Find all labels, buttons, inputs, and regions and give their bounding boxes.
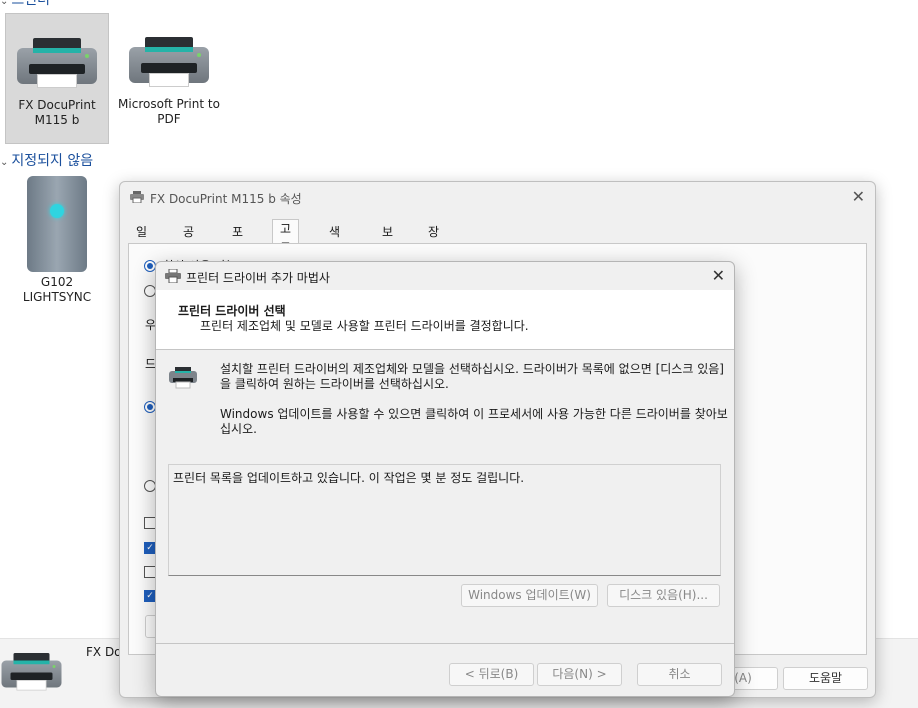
add-printer-driver-wizard: 프린터 드라이버 추가 마법사 ✕ 프린터 드라이버 선택 프린터 제조업체 및… bbox=[155, 261, 735, 697]
device-fx-docuprint[interactable]: FX DocuPrint M115 b bbox=[5, 13, 109, 144]
tab-ports[interactable]: 포트 bbox=[224, 222, 251, 258]
chevron-down-icon: ⌄ bbox=[0, 157, 9, 168]
tab-color-management[interactable]: 색 관리 bbox=[321, 222, 348, 277]
printer-icon bbox=[0, 647, 63, 697]
printer-small-icon bbox=[130, 191, 144, 203]
title-bar[interactable]: FX DocuPrint M115 b 속성 ✕ bbox=[120, 182, 875, 212]
group-label-unspecified: 지정되지 않음 bbox=[11, 153, 94, 169]
separator bbox=[156, 643, 734, 644]
device-label: FX DocuPrint M115 b bbox=[18, 98, 96, 127]
device-label: Microsoft Print to PDF bbox=[118, 97, 220, 126]
next-button[interactable]: 다음(N) > bbox=[537, 663, 622, 686]
chevron-down-icon: ⌄ bbox=[0, 0, 9, 7]
have-disk-button[interactable]: 디스크 있음(H)... bbox=[607, 584, 720, 607]
windows-update-button[interactable]: Windows 업데이트(W) bbox=[461, 584, 598, 607]
mouse-device-icon bbox=[27, 176, 87, 272]
tab-sharing[interactable]: 공유 bbox=[175, 222, 202, 258]
wizard-header: 프린터 드라이버 선택 프린터 제조업체 및 모델로 사용할 프린터 드라이버를… bbox=[156, 290, 734, 350]
list-status-text: 프린터 목록을 업데이트하고 있습니다. 이 작업은 몇 분 정도 걸립니다. bbox=[173, 471, 525, 485]
wizard-step-subtitle: 프린터 제조업체 및 모델로 사용할 프린터 드라이버를 결정합니다. bbox=[200, 319, 529, 333]
printer-small-icon bbox=[165, 269, 181, 283]
device-g102-lightsync[interactable]: G102 LIGHTSYNC bbox=[5, 176, 109, 306]
printer-icon bbox=[169, 367, 197, 389]
windows-update-instruction: Windows 업데이트를 사용할 수 있으면 클릭하여 이 프로세서에 사용 … bbox=[220, 407, 728, 436]
dialog-title: FX DocuPrint M115 b 속성 bbox=[150, 192, 302, 206]
back-button[interactable]: < 뒤로(B) bbox=[449, 663, 534, 686]
printer-icon bbox=[127, 29, 211, 95]
tab-device-settings[interactable]: 장치 설정 bbox=[420, 222, 447, 296]
device-microsoft-print-to-pdf[interactable]: Microsoft Print to PDF bbox=[117, 13, 221, 144]
tab-general[interactable]: 일반 bbox=[128, 222, 155, 258]
group-header-printers[interactable]: ⌄ 프린터 bbox=[0, 0, 50, 9]
group-header-unspecified[interactable]: ⌄ 지정되지 않음 bbox=[0, 150, 93, 170]
tab-security[interactable]: 보안 bbox=[374, 222, 401, 258]
close-icon[interactable]: ✕ bbox=[852, 187, 865, 206]
instruction-text: 설치할 프린터 드라이버의 제조업체와 모델을 선택하십시오. 드라이버가 목록… bbox=[220, 362, 724, 391]
cancel-button[interactable]: 취소 bbox=[637, 663, 722, 686]
driver-list[interactable]: 프린터 목록을 업데이트하고 있습니다. 이 작업은 몇 분 정도 걸립니다. bbox=[168, 464, 721, 576]
device-label: G102 LIGHTSYNC bbox=[22, 275, 92, 304]
title-bar[interactable]: 프린터 드라이버 추가 마법사 ✕ bbox=[156, 262, 734, 290]
help-button[interactable]: 도움말 bbox=[783, 667, 868, 690]
group-label-printers: 프린터 bbox=[11, 0, 51, 8]
tab-advanced[interactable]: 고급 bbox=[272, 219, 300, 255]
wizard-title: 프린터 드라이버 추가 마법사 bbox=[186, 271, 330, 285]
close-icon[interactable]: ✕ bbox=[712, 266, 725, 285]
printer-icon bbox=[15, 30, 99, 96]
